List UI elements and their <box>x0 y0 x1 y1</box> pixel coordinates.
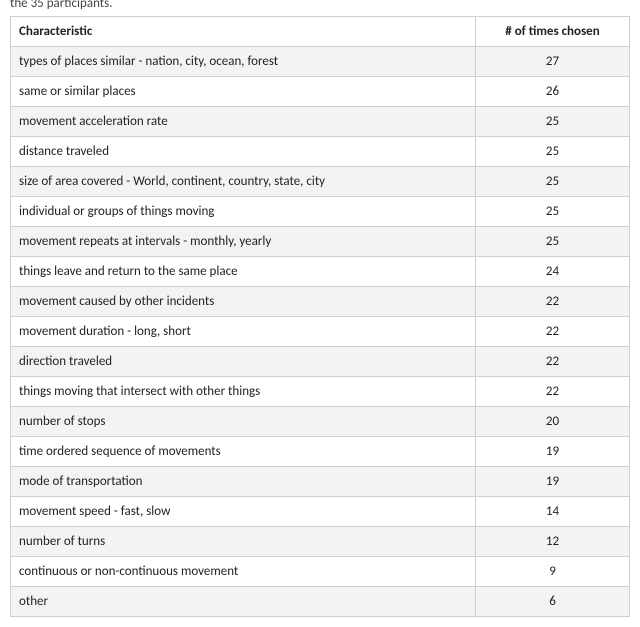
cell-characteristic: types of places similar - nation, city, … <box>11 47 476 77</box>
cell-characteristic: same or similar places <box>11 77 476 107</box>
table-row: individual or groups of things moving25 <box>11 197 630 227</box>
table-row: other6 <box>11 587 630 617</box>
table-row: movement caused by other incidents22 <box>11 287 630 317</box>
table-row: continuous or non-continuous movement9 <box>11 557 630 587</box>
table-row: same or similar places26 <box>11 77 630 107</box>
cell-count: 25 <box>476 167 630 197</box>
table-row: direction traveled22 <box>11 347 630 377</box>
cell-count: 24 <box>476 257 630 287</box>
table-row: movement speed - fast, slow14 <box>11 497 630 527</box>
preceding-text-fragment: the 35 participants. <box>10 0 630 11</box>
cell-count: 22 <box>476 287 630 317</box>
cell-count: 25 <box>476 197 630 227</box>
cell-count: 14 <box>476 497 630 527</box>
cell-characteristic: movement speed - fast, slow <box>11 497 476 527</box>
cell-characteristic: size of area covered - World, continent,… <box>11 167 476 197</box>
cell-characteristic: other <box>11 587 476 617</box>
cell-count: 27 <box>476 47 630 77</box>
cell-characteristic: movement repeats at intervals - monthly,… <box>11 227 476 257</box>
cell-characteristic: things moving that intersect with other … <box>11 377 476 407</box>
cell-count: 22 <box>476 317 630 347</box>
table-row: movement acceleration rate25 <box>11 107 630 137</box>
cell-count: 25 <box>476 107 630 137</box>
table-row: movement repeats at intervals - monthly,… <box>11 227 630 257</box>
cell-characteristic: number of turns <box>11 527 476 557</box>
table-row: distance traveled25 <box>11 137 630 167</box>
cell-characteristic: number of stops <box>11 407 476 437</box>
table-row: things leave and return to the same plac… <box>11 257 630 287</box>
table-row: types of places similar - nation, city, … <box>11 47 630 77</box>
cell-characteristic: continuous or non-continuous movement <box>11 557 476 587</box>
cell-count: 6 <box>476 587 630 617</box>
cell-count: 22 <box>476 377 630 407</box>
cell-count: 9 <box>476 557 630 587</box>
cell-count: 19 <box>476 437 630 467</box>
header-count: # of times chosen <box>476 17 630 47</box>
cell-count: 19 <box>476 467 630 497</box>
cell-count: 26 <box>476 77 630 107</box>
cell-characteristic: individual or groups of things moving <box>11 197 476 227</box>
table-row: time ordered sequence of movements19 <box>11 437 630 467</box>
cell-characteristic: movement duration - long, short <box>11 317 476 347</box>
cell-characteristic: time ordered sequence of movements <box>11 437 476 467</box>
characteristics-table: Characteristic # of times chosen types o… <box>10 16 630 617</box>
table-header-row: Characteristic # of times chosen <box>11 17 630 47</box>
table-row: number of stops20 <box>11 407 630 437</box>
cell-characteristic: things leave and return to the same plac… <box>11 257 476 287</box>
cell-count: 20 <box>476 407 630 437</box>
cell-count: 22 <box>476 347 630 377</box>
cell-characteristic: distance traveled <box>11 137 476 167</box>
table-row: things moving that intersect with other … <box>11 377 630 407</box>
table-row: mode of transportation19 <box>11 467 630 497</box>
cell-count: 12 <box>476 527 630 557</box>
table-row: movement duration - long, short22 <box>11 317 630 347</box>
cell-characteristic: direction traveled <box>11 347 476 377</box>
table-row: number of turns12 <box>11 527 630 557</box>
cell-count: 25 <box>476 137 630 167</box>
cell-characteristic: movement acceleration rate <box>11 107 476 137</box>
cell-characteristic: mode of transportation <box>11 467 476 497</box>
cell-characteristic: movement caused by other incidents <box>11 287 476 317</box>
cell-count: 25 <box>476 227 630 257</box>
table-row: size of area covered - World, continent,… <box>11 167 630 197</box>
header-characteristic: Characteristic <box>11 17 476 47</box>
